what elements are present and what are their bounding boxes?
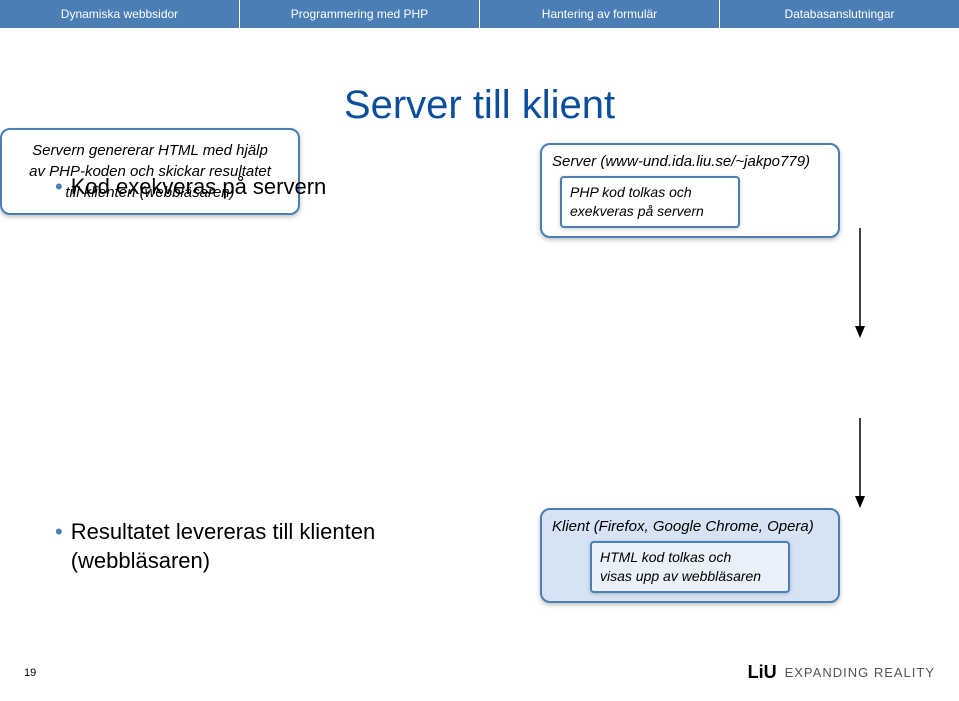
bullet-text: Kod exekveras på servern: [71, 173, 327, 202]
bullet-kod-exekveras: • Kod exekveras på servern: [55, 173, 326, 202]
logo-tagline: EXPANDING REALITY: [785, 665, 935, 680]
bullet-dot-icon: •: [55, 173, 63, 202]
client-inner-line2: visas upp av webbläsaren: [600, 568, 761, 584]
topbar-item-1: Dynamiska webbsidor: [0, 0, 240, 28]
topbar: Dynamiska webbsidor Programmering med PH…: [0, 0, 959, 28]
slide-title: Server till klient: [0, 83, 959, 128]
client-inner-line1: HTML kod tolkas och: [600, 549, 731, 565]
arrow-server-to-middle: [850, 228, 870, 338]
middle-line1: Servern genererar HTML med hjälp: [32, 142, 268, 159]
footer: 19 LiU EXPANDING REALITY: [0, 662, 959, 683]
topbar-item-4: Databasanslutningar: [720, 0, 959, 28]
topbar-item-3: Hantering av formulär: [480, 0, 720, 28]
logo: LiU EXPANDING REALITY: [748, 662, 935, 683]
server-box-label: Server (www-und.ida.liu.se/~jakpo779): [552, 153, 828, 170]
logo-text: LiU: [748, 662, 777, 683]
page-number: 19: [24, 667, 36, 679]
arrow-middle-to-client: [850, 418, 870, 508]
bullet-bottom-l2: (webbläsaren): [71, 548, 210, 573]
topbar-item-2: Programmering med PHP: [240, 0, 480, 28]
client-box: Klient (Firefox, Google Chrome, Opera) H…: [540, 508, 840, 603]
server-inner-line2: exekveras på servern: [570, 203, 704, 219]
bullet-bottom-l1: Resultatet levereras till klienten: [71, 519, 375, 544]
bullet-dot-icon: •: [55, 518, 63, 547]
server-inner-box: PHP kod tolkas och exekveras på servern: [560, 176, 740, 228]
client-box-label: Klient (Firefox, Google Chrome, Opera): [552, 518, 828, 535]
middle-box: Servern genererar HTML med hjälp av PHP-…: [0, 128, 300, 215]
bullet-text: Resultatet levereras till klienten (webb…: [71, 518, 375, 575]
server-box: Server (www-und.ida.liu.se/~jakpo779) PH…: [540, 143, 840, 238]
content-area: • Kod exekveras på servern Server (www-u…: [0, 128, 959, 648]
server-inner-line1: PHP kod tolkas och: [570, 184, 692, 200]
client-inner-box: HTML kod tolkas och visas upp av webbläs…: [590, 541, 790, 593]
bullet-resultatet: • Resultatet levereras till klienten (we…: [55, 518, 375, 575]
